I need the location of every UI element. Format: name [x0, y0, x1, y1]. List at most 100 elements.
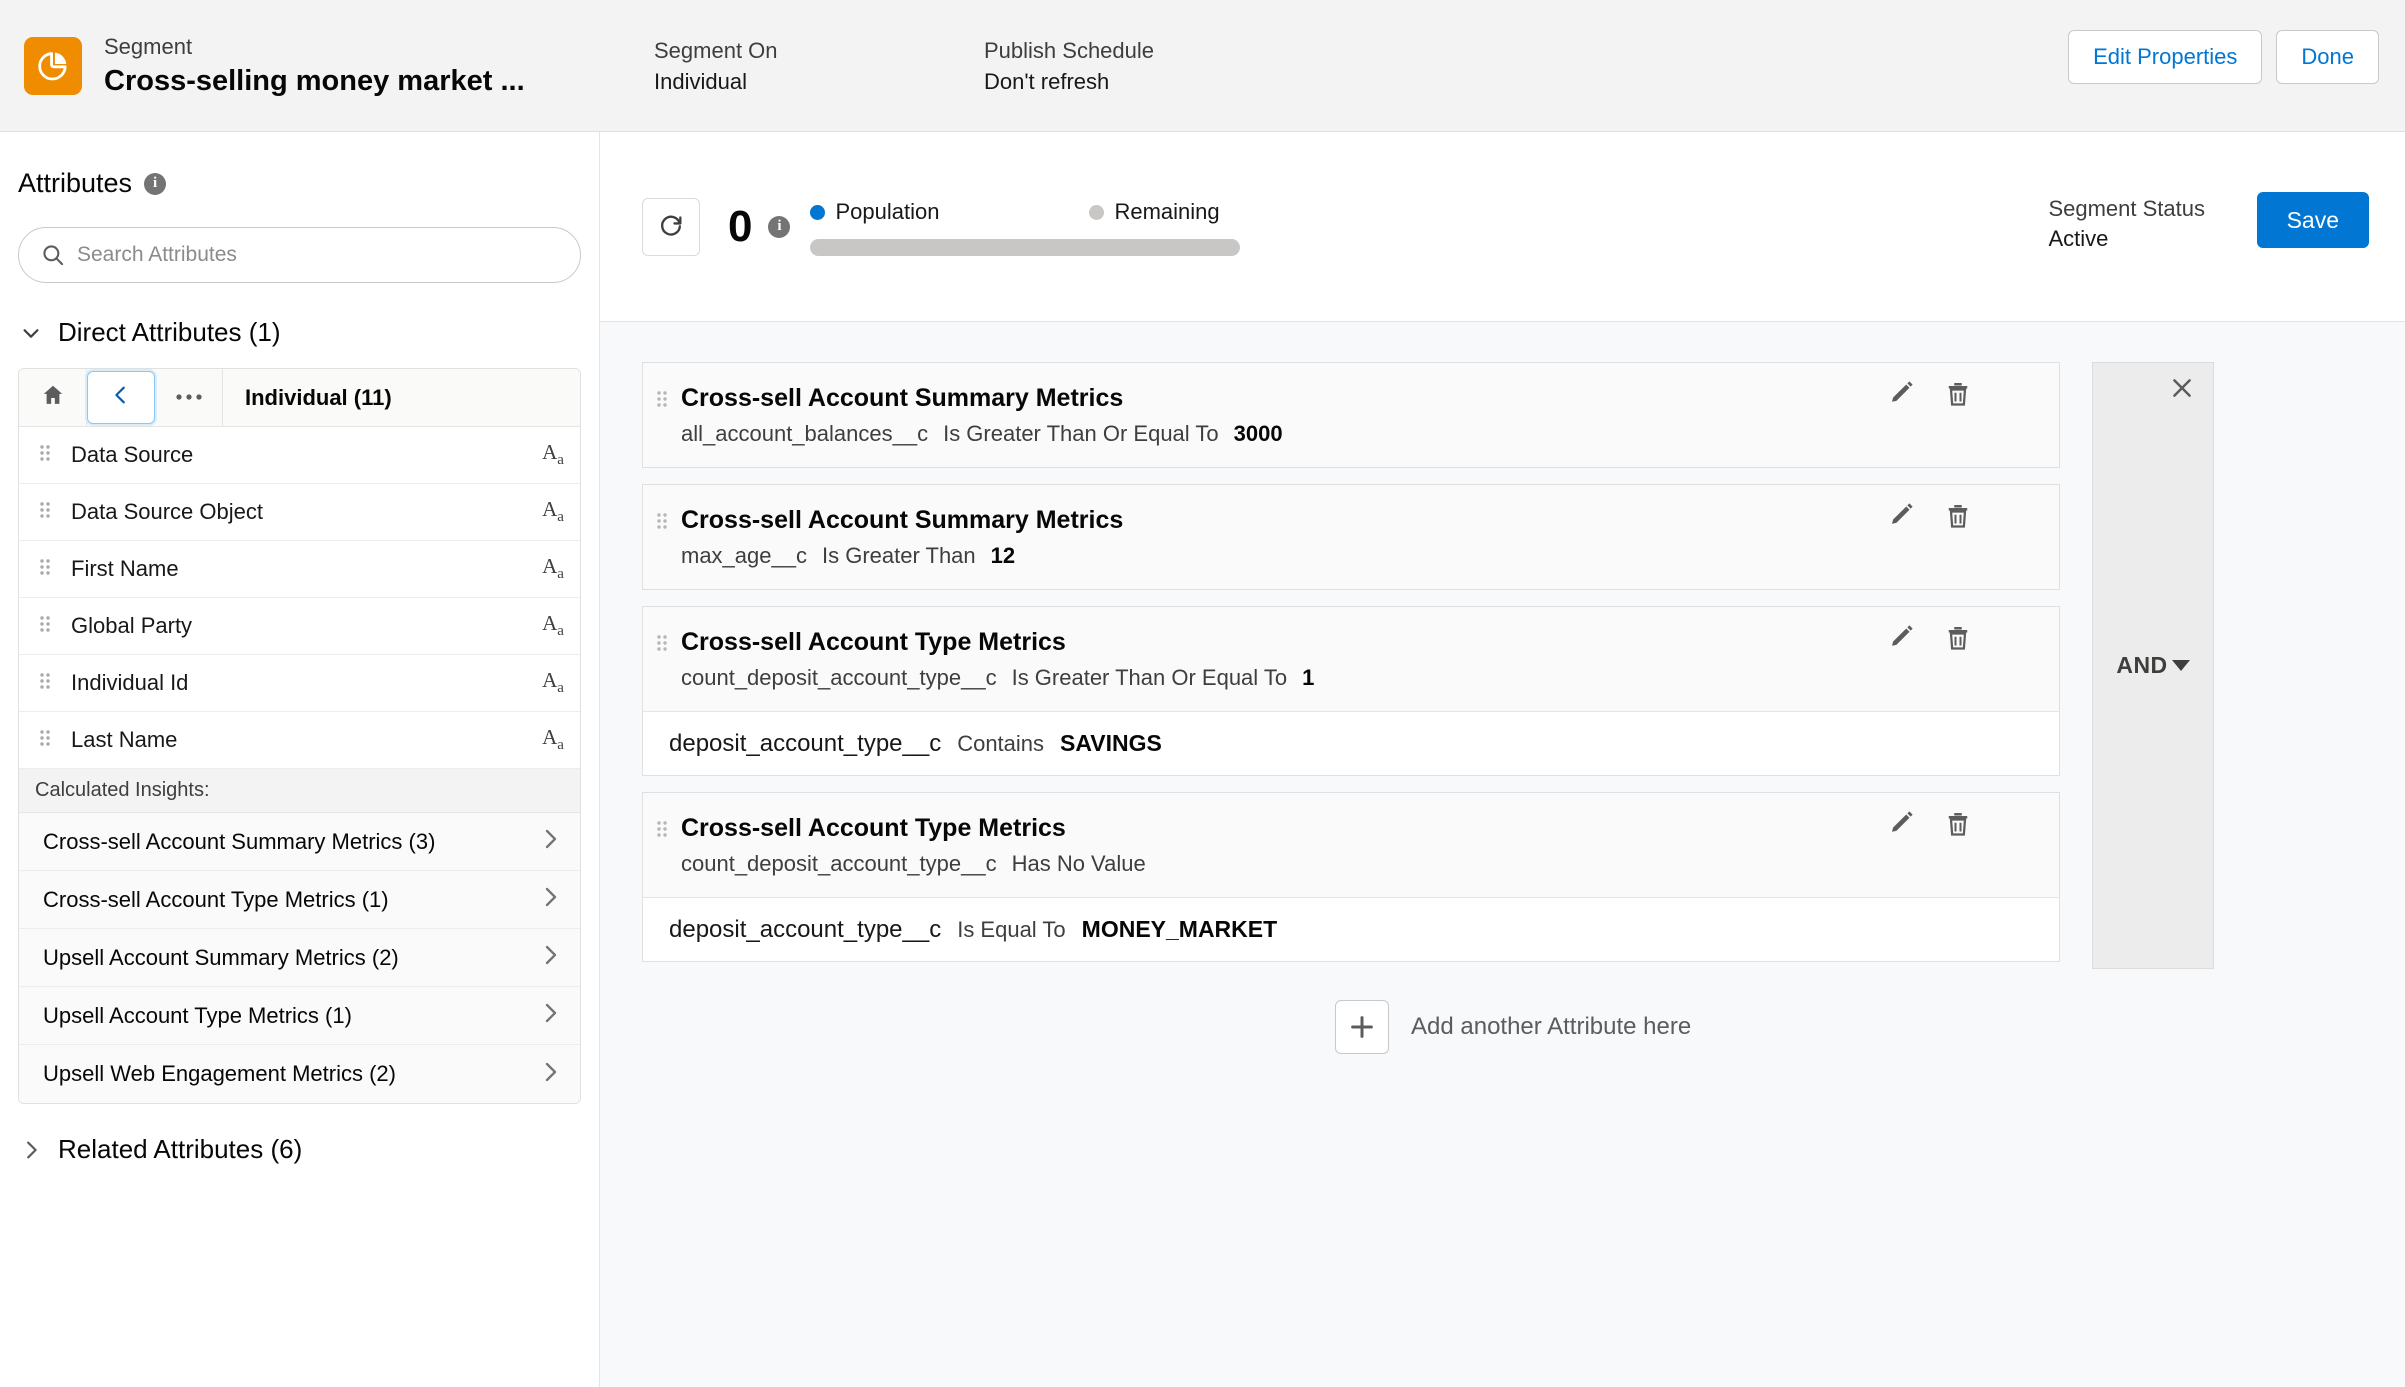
- chevron-right-icon: [20, 1139, 42, 1161]
- direct-attributes-label: Direct Attributes (1): [58, 317, 281, 347]
- legend-population-label: Population: [835, 199, 940, 224]
- edit-rule-button[interactable]: [1887, 501, 1917, 531]
- rule-field: count_deposit_account_type__c: [681, 851, 997, 876]
- segment-on-field: Segment On Individual: [654, 35, 984, 97]
- app-header: Segment Cross-selling money market ... S…: [0, 0, 2405, 132]
- publish-schedule-field: Publish Schedule Don't refresh: [984, 35, 1154, 97]
- object-type-label: Segment: [104, 33, 193, 59]
- ellipsis-icon: [175, 389, 203, 407]
- list-item-calculated-insight[interactable]: Upsell Web Engagement Metrics (2): [19, 1045, 580, 1103]
- related-attributes-toggle[interactable]: Related Attributes (6): [0, 1134, 599, 1165]
- logic-operator-label: AND: [2116, 652, 2168, 678]
- list-item-calculated-insight[interactable]: Cross-sell Account Summary Metrics (3): [19, 813, 580, 871]
- rule-field: max_age__c: [681, 543, 807, 568]
- save-button[interactable]: Save: [2256, 192, 2369, 248]
- rule-value: 1: [1302, 665, 1315, 690]
- add-attribute-label: Add another Attribute here: [1411, 1013, 1692, 1040]
- chevron-right-icon: [538, 943, 562, 972]
- subcondition-operator: Is Equal To: [957, 916, 1066, 942]
- drag-handle-icon[interactable]: [19, 557, 71, 581]
- list-item-calculated-insight[interactable]: Upsell Account Summary Metrics (2): [19, 929, 580, 987]
- legend-population: Population: [810, 199, 939, 225]
- segment-pie-icon: [24, 36, 82, 95]
- text-type-icon: Aa: [542, 497, 564, 526]
- info-icon[interactable]: i: [144, 172, 167, 195]
- drag-handle-icon[interactable]: [19, 500, 71, 524]
- list-item[interactable]: Individual Id Aa: [19, 655, 580, 712]
- list-item[interactable]: First Name Aa: [19, 541, 580, 598]
- subcondition-field: deposit_account_type__c: [669, 729, 942, 757]
- drag-handle-icon[interactable]: [643, 503, 681, 535]
- rule-field: count_deposit_account_type__c: [681, 665, 997, 690]
- population-progress-bar: [810, 239, 1241, 256]
- delete-rule-button[interactable]: [1943, 501, 1973, 531]
- drag-handle-icon[interactable]: [643, 381, 681, 413]
- drag-handle-icon[interactable]: [19, 728, 71, 752]
- attributes-list-box: Individual (11) Data Source Aa Data Sour…: [18, 368, 581, 1104]
- edit-rule-button[interactable]: [1887, 623, 1917, 653]
- close-icon[interactable]: [2169, 375, 2195, 401]
- list-item-calculated-insight[interactable]: Cross-sell Account Type Metrics (1): [19, 871, 580, 929]
- drag-handle-icon[interactable]: [19, 671, 71, 695]
- attribute-name: Global Party: [71, 613, 193, 638]
- text-type-icon: Aa: [542, 440, 564, 469]
- chevron-right-icon: [538, 1060, 562, 1089]
- rule-title: Cross-sell Account Summary Metrics: [681, 384, 1124, 412]
- drag-handle-icon[interactable]: [643, 811, 681, 843]
- refresh-population-button[interactable]: [642, 197, 700, 256]
- logic-operator-selector[interactable]: AND: [2116, 652, 2190, 679]
- rule-card[interactable]: Cross-sell Account Type Metrics count_de…: [642, 792, 2060, 962]
- drag-handle-icon[interactable]: [19, 443, 71, 467]
- breadcrumb-home-button[interactable]: [19, 369, 87, 426]
- rule-subcondition[interactable]: deposit_account_type__c Is Equal To MONE…: [643, 897, 2059, 961]
- list-item[interactable]: Last Name Aa: [19, 712, 580, 769]
- attribute-name: Individual Id: [71, 670, 189, 695]
- chevron-right-icon: [538, 885, 562, 914]
- list-item-calculated-insight[interactable]: Upsell Account Type Metrics (1): [19, 987, 580, 1045]
- rule-subcondition[interactable]: deposit_account_type__c Contains SAVINGS: [643, 711, 2059, 775]
- done-button[interactable]: Done: [2276, 30, 2379, 84]
- rule-card[interactable]: Cross-sell Account Type Metrics count_de…: [642, 606, 2060, 776]
- breadcrumb-more-button[interactable]: [155, 369, 223, 426]
- calculated-insights-header: Calculated Insights:: [19, 769, 580, 813]
- segment-status: Segment Status Active: [2048, 194, 2205, 254]
- list-item[interactable]: Global Party Aa: [19, 598, 580, 655]
- chevron-right-icon: [538, 1001, 562, 1030]
- list-item[interactable]: Data Source Object Aa: [19, 484, 580, 541]
- list-item[interactable]: Data Source Aa: [19, 427, 580, 484]
- calculated-insight-name: Upsell Web Engagement Metrics (2): [43, 1061, 396, 1086]
- subcondition-operator: Contains: [957, 730, 1045, 756]
- breadcrumb-back-button[interactable]: [87, 371, 155, 424]
- delete-rule-button[interactable]: [1943, 623, 1973, 653]
- rule-operator: Is Greater Than Or Equal To: [1011, 665, 1288, 690]
- edit-rule-button[interactable]: [1887, 809, 1917, 839]
- rule-operator: Has No Value: [1011, 851, 1146, 876]
- rule-value: 12: [990, 543, 1016, 568]
- search-attributes-wrap: [18, 227, 581, 283]
- plus-icon[interactable]: [1335, 1000, 1389, 1054]
- delete-rule-button[interactable]: [1943, 809, 1973, 839]
- chevron-down-icon: [2171, 660, 2190, 671]
- chevron-down-icon: [20, 322, 42, 344]
- logic-group-and: AND: [2092, 362, 2214, 969]
- drag-handle-icon[interactable]: [643, 625, 681, 657]
- rule-title: Cross-sell Account Summary Metrics: [681, 506, 1124, 534]
- segment-status-label: Segment Status: [2048, 196, 2205, 221]
- rule-card[interactable]: Cross-sell Account Summary Metrics max_a…: [642, 484, 2060, 590]
- calculated-insight-name: Cross-sell Account Type Metrics (1): [43, 886, 389, 912]
- edit-rule-button[interactable]: [1887, 379, 1917, 409]
- info-icon[interactable]: i: [768, 215, 791, 238]
- rule-card[interactable]: Cross-sell Account Summary Metrics all_a…: [642, 362, 2060, 468]
- breadcrumb: Individual (11): [19, 369, 580, 427]
- search-input[interactable]: [18, 227, 581, 283]
- segment-on-value: Individual: [654, 68, 747, 94]
- edit-properties-button[interactable]: Edit Properties: [2068, 30, 2263, 84]
- direct-attributes-toggle[interactable]: Direct Attributes (1): [0, 317, 599, 348]
- rule-value: 3000: [1233, 421, 1283, 446]
- calculated-insight-name: Cross-sell Account Summary Metrics (3): [43, 828, 436, 854]
- home-icon: [40, 382, 66, 413]
- attribute-rows: Data Source Aa Data Source Object Aa Fir…: [19, 427, 580, 769]
- add-attribute-dropzone[interactable]: Add another Attribute here: [1335, 1000, 2354, 1054]
- drag-handle-icon[interactable]: [19, 614, 71, 638]
- delete-rule-button[interactable]: [1943, 379, 1973, 409]
